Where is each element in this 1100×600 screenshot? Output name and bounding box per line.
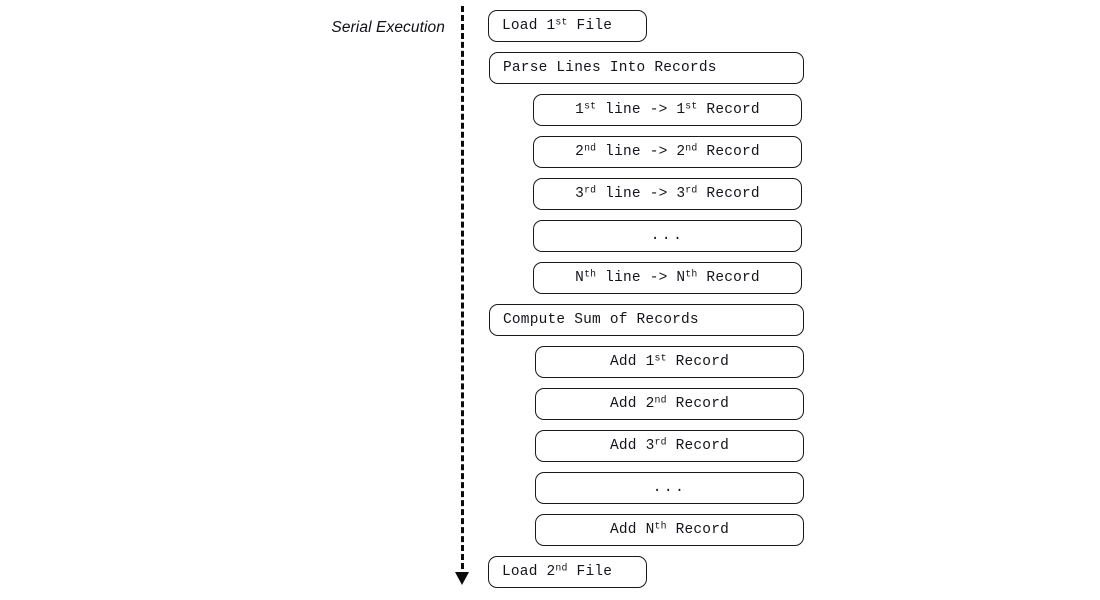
step-label-line-2: 2nd line -> 2nd Record	[575, 142, 760, 160]
step-label-add-1: Add 1st Record	[609, 352, 730, 370]
phase-label-serial-execution: Serial Execution	[331, 19, 445, 36]
timeline-arrow-down-icon	[455, 572, 469, 585]
step-label-compute-sum: Compute Sum of Records	[503, 312, 699, 328]
step-box-line-2: 2nd line -> 2nd Record	[533, 136, 802, 168]
step-box-line-1: 1st line -> 1st Record	[533, 94, 802, 126]
step-box-line-n: Nth line -> Nth Record	[533, 262, 802, 294]
step-label-parse-lines: Parse Lines Into Records	[503, 60, 717, 76]
serial-execution-timeline-axis	[461, 6, 464, 578]
step-box-add-n: Add Nth Record	[535, 514, 804, 546]
step-label-line-3: 3rd line -> 3rd Record	[575, 184, 760, 202]
step-label-line-n: Nth line -> Nth Record	[575, 268, 760, 286]
step-box-line-3: 3rd line -> 3rd Record	[533, 178, 802, 210]
step-box-add-3: Add 3rd Record	[535, 430, 804, 462]
step-box-compute-sum: Compute Sum of Records	[489, 304, 804, 336]
step-box-add-1: Add 1st Record	[535, 346, 804, 378]
diagram-canvas: Serial Execution Load 1st File Parse Line…	[0, 0, 1100, 600]
step-label-load-1st-file: Load 1st File	[502, 16, 613, 34]
step-box-add-ellipsis: ...	[535, 472, 804, 504]
step-label-load-2nd-file: Load 2nd File	[502, 562, 613, 580]
step-box-parse-lines: Parse Lines Into Records	[489, 52, 804, 84]
step-label-line-ellipsis: ...	[650, 228, 685, 244]
step-label-add-2: Add 2nd Record	[609, 394, 730, 412]
step-label-line-1: 1st line -> 1st Record	[575, 100, 760, 118]
step-box-load-1st-file: Load 1st File	[488, 10, 647, 42]
step-box-line-ellipsis: ...	[533, 220, 802, 252]
step-label-add-n: Add Nth Record	[609, 520, 730, 538]
step-box-add-2: Add 2nd Record	[535, 388, 804, 420]
step-label-add-ellipsis: ...	[652, 480, 687, 496]
step-label-add-3: Add 3rd Record	[609, 436, 730, 454]
step-box-load-2nd-file: Load 2nd File	[488, 556, 647, 588]
